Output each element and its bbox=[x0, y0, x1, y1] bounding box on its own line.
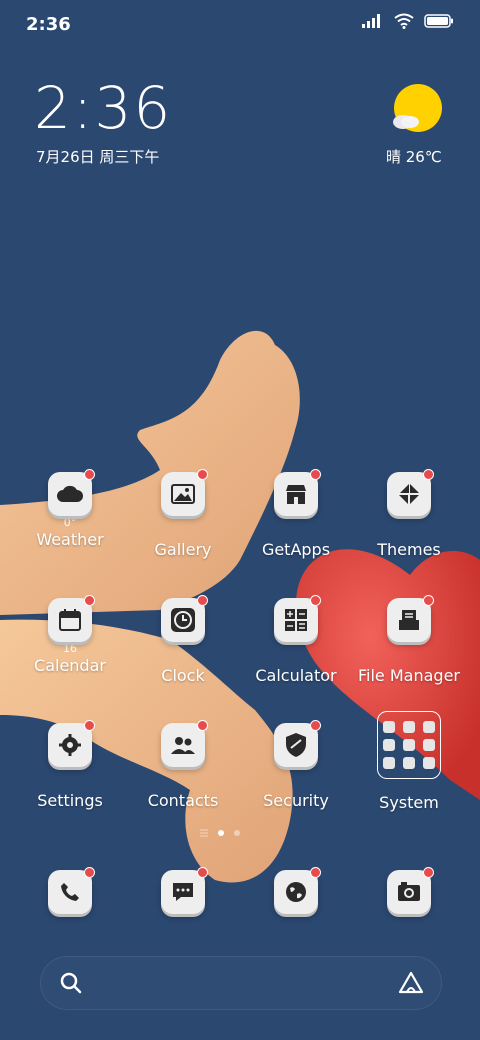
app-label: Themes bbox=[377, 540, 441, 559]
dock-browser[interactable] bbox=[241, 867, 351, 914]
status-icons bbox=[362, 13, 454, 29]
themes-icon bbox=[387, 469, 434, 516]
app-label: Settings bbox=[37, 791, 103, 810]
browser-icon bbox=[274, 867, 321, 914]
app-weather[interactable]: 0° Weather bbox=[15, 469, 125, 549]
app-label: Contacts bbox=[147, 791, 219, 810]
status-bar: 2:36 bbox=[0, 0, 480, 50]
app-calendar[interactable]: 16 Calendar bbox=[15, 595, 125, 675]
assistant-icon[interactable] bbox=[398, 971, 424, 995]
wifi-icon bbox=[394, 13, 414, 29]
status-time: 2:36 bbox=[26, 14, 71, 35]
dock-phone[interactable] bbox=[15, 867, 125, 914]
app-calculator[interactable]: Calculator bbox=[241, 595, 351, 685]
phone-icon bbox=[48, 867, 95, 914]
app-label: File Manager bbox=[358, 666, 460, 685]
app-label: Calendar bbox=[34, 656, 106, 675]
folder-system[interactable]: System bbox=[354, 711, 464, 812]
dock-messages[interactable] bbox=[128, 867, 238, 914]
weather-temp-badge: 0° bbox=[63, 516, 77, 529]
app-label: System bbox=[379, 793, 439, 812]
folder-icon bbox=[377, 711, 441, 779]
app-label: GetApps bbox=[261, 540, 331, 559]
app-clock[interactable]: Clock bbox=[128, 595, 238, 685]
settings-icon bbox=[48, 720, 95, 767]
contacts-icon bbox=[161, 720, 208, 767]
widget-weather: 晴 26℃ bbox=[386, 148, 442, 166]
search-bar[interactable] bbox=[40, 956, 442, 1010]
app-security[interactable]: Security bbox=[241, 720, 351, 810]
file-manager-icon bbox=[387, 595, 434, 642]
app-label: Gallery bbox=[154, 540, 212, 559]
app-gallery[interactable]: Gallery bbox=[128, 469, 238, 559]
app-file-manager[interactable]: File Manager bbox=[354, 595, 464, 685]
calendar-icon bbox=[48, 595, 95, 642]
widget-date: 7月26日 周三下午 bbox=[36, 148, 160, 166]
page-dot-active bbox=[218, 830, 224, 836]
search-icon bbox=[60, 972, 82, 994]
signal-icon bbox=[362, 14, 380, 28]
dock-camera[interactable] bbox=[354, 867, 464, 914]
calendar-date-badge: 16 bbox=[63, 642, 77, 655]
calculator-icon bbox=[274, 595, 321, 642]
clock-icon bbox=[161, 595, 208, 642]
camera-icon bbox=[387, 867, 434, 914]
battery-icon bbox=[424, 14, 453, 28]
app-contacts[interactable]: Contacts bbox=[128, 720, 238, 810]
sun-cloud-icon[interactable] bbox=[390, 84, 442, 136]
weather-icon bbox=[48, 469, 95, 516]
app-label: Security bbox=[263, 791, 329, 810]
app-settings[interactable]: Settings bbox=[15, 720, 125, 810]
app-label: Calculator bbox=[255, 666, 337, 685]
page-indicator[interactable] bbox=[200, 829, 240, 837]
messages-icon bbox=[161, 867, 208, 914]
store-icon bbox=[274, 469, 321, 516]
page-dot bbox=[234, 830, 240, 836]
security-icon bbox=[274, 720, 321, 767]
app-getapps[interactable]: GetApps bbox=[241, 469, 351, 559]
widget-clock[interactable]: 2:36 bbox=[34, 74, 172, 142]
app-label: Weather bbox=[36, 530, 104, 549]
menu-lines-icon bbox=[200, 829, 208, 837]
gallery-icon bbox=[161, 469, 208, 516]
app-label: Clock bbox=[161, 666, 205, 685]
app-themes[interactable]: Themes bbox=[354, 469, 464, 559]
